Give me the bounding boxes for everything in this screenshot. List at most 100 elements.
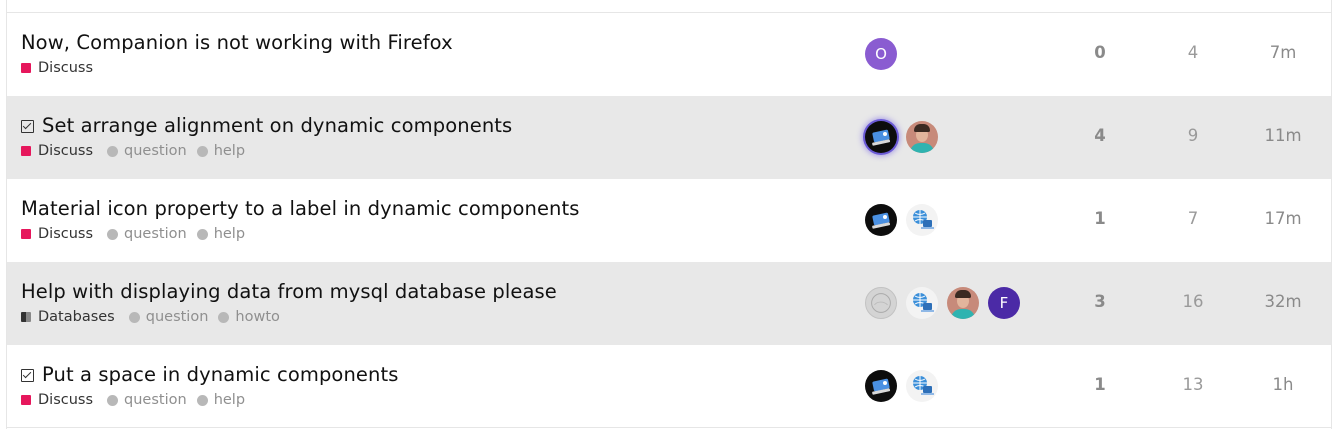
laptop-icon <box>872 129 891 146</box>
replies-count: 1 <box>1094 375 1106 394</box>
category-label: Discuss <box>38 226 94 242</box>
activity-time[interactable]: 7m <box>1253 43 1313 62</box>
tag-question[interactable]: question <box>107 226 187 242</box>
replies-count: 0 <box>1094 43 1106 62</box>
topic-title-link[interactable]: Put a space in dynamic components <box>21 363 398 386</box>
tag-label: question <box>145 309 209 325</box>
topic-row: Material icon property to a label in dyn… <box>7 179 1331 262</box>
tag-dot-icon <box>196 145 208 157</box>
tag-label: help <box>213 143 246 159</box>
topic-title-link[interactable]: Set arrange alignment on dynamic compone… <box>21 114 512 137</box>
activity-time[interactable]: 32m <box>1253 292 1313 311</box>
letter-avatar-f[interactable]: F <box>988 287 1020 319</box>
tag-dot-icon <box>128 311 140 323</box>
user-avatar-photo[interactable] <box>906 121 938 153</box>
topic-title-link[interactable]: Material icon property to a label in dyn… <box>21 197 580 220</box>
user-avatar-dark[interactable] <box>865 121 897 153</box>
topic-row: Help with displaying data from mysql dat… <box>7 262 1331 345</box>
tag-question[interactable]: question <box>128 309 209 325</box>
tag-label: question <box>124 392 187 408</box>
user-avatar-globe[interactable] <box>906 287 938 319</box>
topic-meta: Databases question howto <box>21 309 290 325</box>
topic-row: Now, Companion is not working with Firef… <box>7 13 1331 96</box>
replies-count: 1 <box>1094 209 1106 228</box>
tag-label: howto <box>235 309 280 325</box>
tag-label: question <box>124 226 187 242</box>
user-avatar-photo[interactable] <box>947 287 979 319</box>
user-avatar-dark[interactable] <box>865 370 897 402</box>
replies-count: 3 <box>1094 292 1106 311</box>
topic-title-text: Help with displaying data from mysql dat… <box>21 280 557 303</box>
category-color-square <box>21 146 31 156</box>
solved-checkbox-icon <box>21 120 34 133</box>
topic-title-text: Now, Companion is not working with Firef… <box>21 31 453 54</box>
topic-title-text: Put a space in dynamic components <box>42 363 399 386</box>
tag-dot-icon <box>107 394 119 406</box>
category-badge[interactable]: Discuss <box>21 60 93 76</box>
avatar-letter: O <box>875 45 887 63</box>
category-label: Discuss <box>38 392 94 408</box>
category-badge[interactable]: Discuss <box>21 143 93 159</box>
category-badge[interactable]: Databases <box>21 309 115 325</box>
topic-meta: Discuss question help <box>21 143 255 159</box>
posters <box>865 203 947 237</box>
divider <box>6 427 1332 428</box>
globe-computer-icon <box>913 293 934 312</box>
tag-dot-icon <box>196 394 208 406</box>
tag-help[interactable]: help <box>196 392 246 408</box>
tag-label: help <box>213 392 246 408</box>
topic-row: Put a space in dynamic components Discus… <box>7 345 1331 428</box>
letter-avatar-o[interactable]: O <box>865 38 897 70</box>
tag-howto[interactable]: howto <box>218 309 280 325</box>
views-count: 4 <box>1187 43 1199 62</box>
tag-help[interactable]: help <box>196 143 246 159</box>
category-label: Databases <box>38 309 115 325</box>
category-badge[interactable]: Discuss <box>21 226 93 242</box>
sketch-avatar-icon <box>871 293 891 313</box>
user-avatar-dark[interactable] <box>865 204 897 236</box>
topic-meta: Discuss <box>21 60 107 76</box>
tag-label: help <box>213 226 246 242</box>
category-label: Discuss <box>38 60 94 76</box>
solved-checkbox-icon <box>21 369 34 382</box>
category-badge[interactable]: Discuss <box>21 392 93 408</box>
user-avatar-globe[interactable] <box>906 370 938 402</box>
topic-row: Set arrange alignment on dynamic compone… <box>7 96 1331 179</box>
user-avatar-grey[interactable] <box>865 287 897 319</box>
topic-title-link[interactable]: Now, Companion is not working with Firef… <box>21 31 453 54</box>
activity-time[interactable]: 17m <box>1253 209 1313 228</box>
topic-title-text: Set arrange alignment on dynamic compone… <box>42 114 513 137</box>
tag-dot-icon <box>196 228 208 240</box>
tag-dot-icon <box>107 228 119 240</box>
globe-computer-icon <box>913 210 934 229</box>
posters <box>865 369 947 403</box>
tag-question[interactable]: question <box>107 143 187 159</box>
user-avatar-globe[interactable] <box>906 204 938 236</box>
globe-computer-icon <box>913 376 934 395</box>
category-color-square <box>21 312 31 322</box>
topic-title-link[interactable]: Help with displaying data from mysql dat… <box>21 280 557 303</box>
activity-time[interactable]: 1h <box>1253 375 1313 394</box>
posters: O <box>865 37 906 71</box>
tag-question[interactable]: question <box>107 392 187 408</box>
topic-meta: Discuss question help <box>21 392 255 408</box>
posters: F <box>865 286 1029 320</box>
posters <box>865 120 947 154</box>
laptop-icon <box>872 378 891 395</box>
views-count: 7 <box>1187 209 1199 228</box>
tag-help[interactable]: help <box>196 226 246 242</box>
views-count: 13 <box>1182 375 1204 394</box>
topic-meta: Discuss question help <box>21 226 255 242</box>
category-color-square <box>21 229 31 239</box>
category-color-square <box>21 63 31 73</box>
tag-dot-icon <box>107 145 119 157</box>
laptop-icon <box>872 212 891 229</box>
category-label: Discuss <box>38 143 94 159</box>
tag-label: question <box>124 143 187 159</box>
activity-time[interactable]: 11m <box>1253 126 1313 145</box>
topic-title-text: Material icon property to a label in dyn… <box>21 197 580 220</box>
views-count: 16 <box>1182 292 1204 311</box>
avatar-letter: F <box>999 294 1009 312</box>
category-color-square <box>21 395 31 405</box>
tag-dot-icon <box>218 311 230 323</box>
